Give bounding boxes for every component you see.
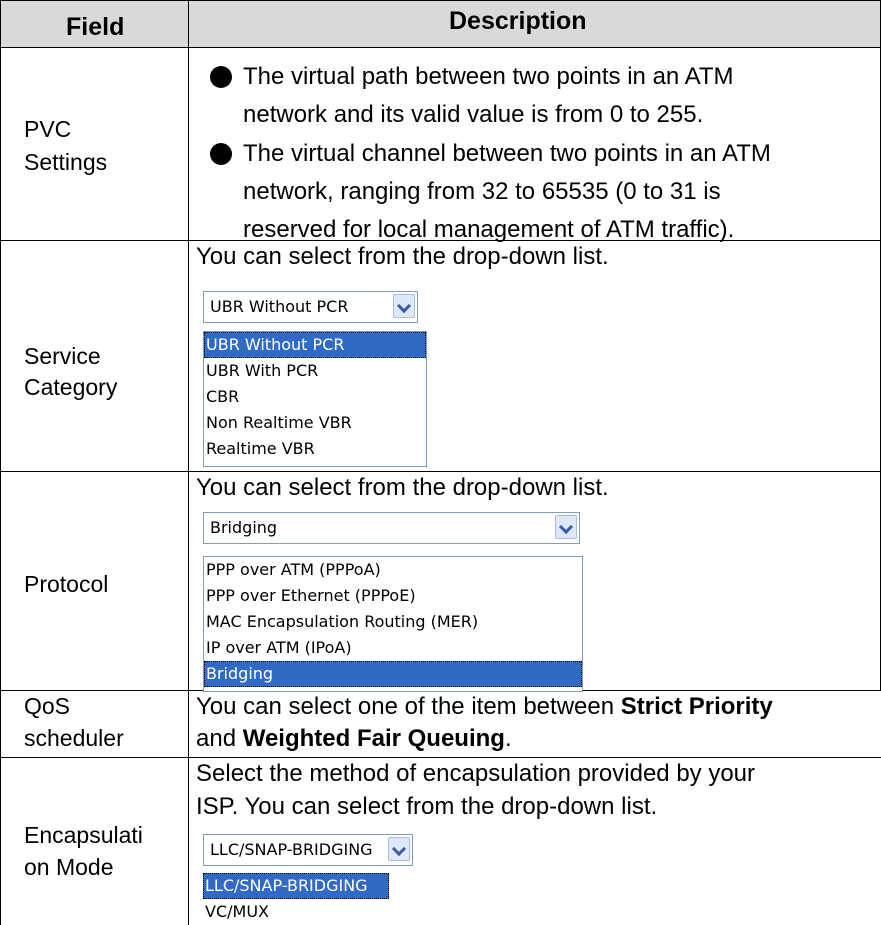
table-header-background (1, 0, 880, 47)
encapsulation-option[interactable]: LLC/SNAP-BRIDGING (203, 873, 389, 899)
header-field: Field (66, 13, 125, 41)
service-option[interactable]: CBR (204, 384, 426, 410)
encap-description-line1: Select the method of encapsulation provi… (196, 760, 756, 787)
service-option[interactable]: UBR Without PCR (204, 332, 426, 358)
row-line-top (0, 0, 881, 1)
field-protocol: Protocol (24, 571, 109, 597)
protocol-select[interactable]: Bridging (203, 512, 580, 544)
encapsulation-list: LLC/SNAP-BRIDGING VC/MUX (203, 873, 413, 925)
protocol-instruction: You can select from the drop-down list. (196, 474, 609, 501)
qos-text-before: You can select one of the item between (196, 693, 621, 720)
protocol-option[interactable]: Bridging (204, 661, 582, 687)
row-line-header (0, 47, 881, 48)
field-qos-line2: scheduler (24, 725, 124, 751)
service-instruction: You can select from the drop-down list. (196, 243, 609, 270)
bullet-icon (210, 66, 232, 88)
service-option[interactable]: UBR With PCR (204, 358, 426, 384)
encapsulation-option[interactable]: VC/MUX (203, 899, 413, 925)
service-option[interactable]: Realtime VBR (204, 436, 426, 462)
field-service-line2: Category (24, 374, 118, 400)
header-description: Description (449, 7, 587, 35)
chevron-down-icon[interactable] (393, 294, 415, 318)
bullet-icon (210, 143, 232, 165)
qos-description-line1: You can select one of the item between S… (196, 690, 773, 724)
qos-text-end: . (504, 725, 512, 752)
pvc-bullet2-line1: The virtual channel between two points i… (243, 140, 771, 167)
encapsulation-select[interactable]: LLC/SNAP-BRIDGING (203, 834, 413, 866)
protocol-option[interactable]: PPP over Ethernet (PPPoE) (204, 583, 582, 609)
qos-strict-priority: Strict Priority (620, 693, 773, 720)
protocol-option[interactable]: IP over ATM (IPoA) (204, 635, 582, 661)
chevron-down-icon[interactable] (555, 515, 577, 539)
table-border-left (0, 0, 1, 925)
column-divider (188, 0, 189, 925)
protocol-option[interactable]: PPP over ATM (PPPoA) (204, 557, 582, 583)
protocol-list: PPP over ATM (PPPoA) PPP over Ethernet (… (203, 556, 583, 692)
protocol-option[interactable]: MAC Encapsulation Routing (MER) (204, 609, 582, 635)
service-option[interactable]: Non Realtime VBR (204, 410, 426, 436)
protocol-selected: Bridging (210, 518, 278, 537)
field-encap-line2: on Mode (24, 854, 114, 880)
field-pvc-line2: Settings (24, 149, 108, 175)
field-pvc-line1: PVC (24, 116, 72, 142)
pvc-bullet2-line2: network, ranging from 32 to 65535 (0 to … (243, 178, 721, 205)
field-qos-line1: QoS (24, 693, 71, 719)
encapsulation-selected: LLC/SNAP-BRIDGING (210, 840, 373, 859)
qos-description-line2: and Weighted Fair Queuing. (196, 722, 512, 756)
chevron-down-icon[interactable] (388, 837, 410, 861)
encap-description-line2: ISP. You can select from the drop-down l… (196, 793, 658, 820)
service-category-selected: UBR Without PCR (210, 297, 349, 316)
field-service-line1: Service (24, 343, 101, 369)
field-encap-line1: Encapsulati (24, 822, 143, 848)
qos-weighted-fair: Weighted Fair Queuing (242, 725, 505, 752)
service-category-list: UBR Without PCR UBR With PCR CBR Non Rea… (203, 331, 427, 467)
qos-text-and: and (196, 725, 243, 752)
service-category-select[interactable]: UBR Without PCR (203, 291, 418, 323)
pvc-bullet1-line1: The virtual path between two points in a… (243, 63, 734, 90)
pvc-bullet1-line2: network and its valid value is from 0 to… (243, 101, 704, 128)
